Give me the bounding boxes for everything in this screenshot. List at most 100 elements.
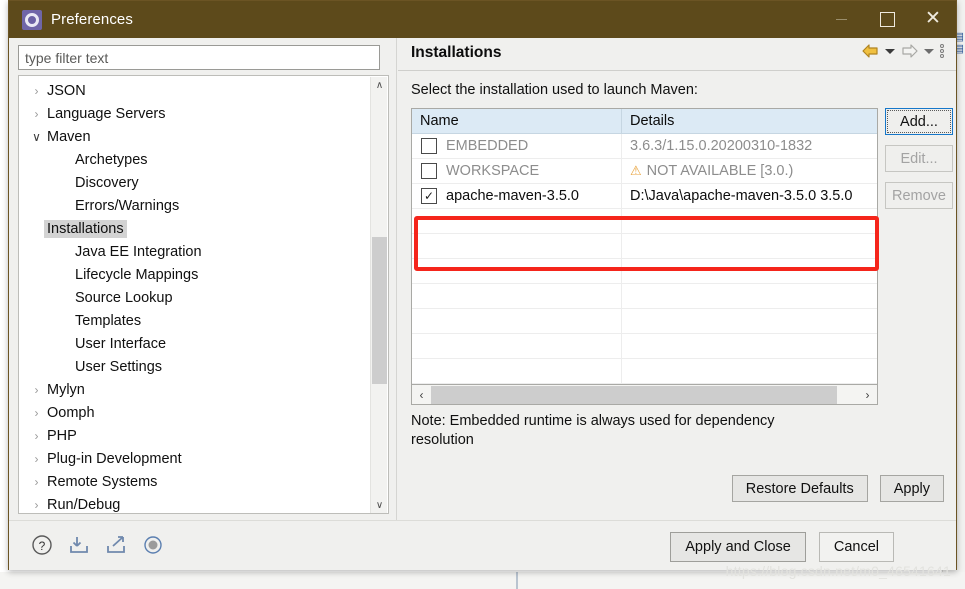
sidebar-item-oomph[interactable]: › Oomph (19, 401, 369, 424)
forward-history-chevron-down-icon[interactable] (924, 48, 934, 54)
apply-button[interactable]: Apply (879, 475, 944, 502)
sidebar-item-user-settings[interactable]: · User Settings (19, 355, 369, 378)
sidebar-item-run-debug[interactable]: › Run/Debug (19, 493, 369, 513)
preferences-tree[interactable]: ›JSON›Language Servers∨Maven·Archetypes·… (18, 75, 389, 514)
svg-text:?: ? (39, 539, 46, 553)
sidebar-item-label: Templates (75, 312, 142, 329)
sidebar-item-label: User Interface (75, 335, 167, 352)
tree-indent-spacer: · (30, 153, 43, 167)
tree-scroll-up-icon[interactable]: ∧ (371, 77, 388, 94)
export-icon[interactable] (105, 534, 127, 556)
sidebar-item-label: Source Lookup (75, 289, 173, 306)
table-cell-name: EMBEDDED (412, 134, 622, 158)
table-cell-name (412, 309, 622, 333)
close-button[interactable]: ✕ (910, 0, 956, 39)
chevron-right-icon[interactable]: › (30, 475, 43, 489)
add-button[interactable]: Add... (885, 108, 953, 135)
chevron-right-icon[interactable]: › (30, 84, 43, 98)
page-header: Installations (398, 38, 956, 70)
sidebar-item-discovery[interactable]: · Discovery (19, 171, 369, 194)
chevron-down-icon[interactable]: ∨ (30, 130, 43, 144)
sidebar-item-source-lookup[interactable]: · Source Lookup (19, 286, 369, 309)
sidebar-item-java-ee-integration[interactable]: · Java EE Integration (19, 240, 369, 263)
checkbox-checked-icon[interactable]: ✓ (421, 188, 437, 204)
page-header-toolbar (862, 44, 944, 58)
chevron-right-icon[interactable]: › (30, 406, 43, 420)
sidebar-item-label: PHP (47, 427, 77, 444)
installation-name: apache-maven-3.5.0 (446, 188, 579, 204)
sidebar-item-remote-systems[interactable]: › Remote Systems (19, 470, 369, 493)
column-header-details[interactable]: Details (622, 109, 877, 133)
preferences-gear-icon (22, 9, 42, 30)
record-icon[interactable] (142, 534, 164, 556)
sidebar-item-installations[interactable]: ·Installations (19, 217, 369, 240)
chevron-right-icon[interactable]: › (30, 107, 43, 121)
installation-details: D:\Java\apache-maven-3.5.0 3.5.0 (630, 188, 853, 204)
maximize-button[interactable] (864, 1, 910, 38)
chevron-right-icon[interactable]: › (30, 383, 43, 397)
import-icon[interactable] (68, 534, 90, 556)
table-horizontal-scrollbar[interactable]: ‹ › (411, 385, 878, 405)
tree-indent-spacer: · (30, 268, 43, 282)
filter-input[interactable]: type filter text (18, 45, 380, 70)
sidebar-item-templates[interactable]: · Templates (19, 309, 369, 332)
hscroll-right-icon[interactable]: › (858, 386, 877, 404)
tree-indent-spacer: · (30, 176, 43, 190)
sidebar-item-archetypes[interactable]: · Archetypes (19, 148, 369, 171)
checkbox-unchecked-icon[interactable] (421, 163, 437, 179)
add-button-label: Add... (900, 113, 938, 130)
sidebar-item-language-servers[interactable]: › Language Servers (19, 102, 369, 125)
sidebar-item-errors-warnings[interactable]: · Errors/Warnings (19, 194, 369, 217)
help-icon[interactable]: ? (31, 534, 53, 556)
sidebar-item-json[interactable]: › JSON (19, 79, 369, 102)
note-text: Note: Embedded runtime is always used fo… (411, 413, 775, 448)
minimize-button[interactable] (818, 1, 864, 38)
table-cell-name (412, 284, 622, 308)
back-history-chevron-down-icon[interactable] (885, 48, 895, 54)
sidebar-item-label: Run/Debug (47, 496, 121, 513)
preferences-dialog: Preferences ✕ type filter text › JSON › Lan… (8, 0, 957, 570)
back-arrow-icon[interactable] (862, 44, 879, 58)
tree-scrollbar[interactable]: ∧ ∨ (370, 77, 388, 513)
chevron-right-icon[interactable]: › (30, 498, 43, 512)
tree-indent-spacer: · (30, 337, 43, 351)
remove-button: Remove (885, 182, 953, 209)
tree-scroll-down-icon[interactable]: ∨ (371, 497, 388, 513)
table-cell-details (622, 359, 877, 383)
table-cell-details: 3.6.3/1.15.0.20200310-1832 (622, 134, 877, 158)
sidebar-item-maven[interactable]: ∨ Maven (19, 125, 369, 148)
tree-indent-spacer: · (30, 245, 43, 259)
table-cell-details (622, 259, 877, 283)
table-empty-row (412, 359, 877, 384)
sidebar-item-mylyn[interactable]: › Mylyn (19, 378, 369, 401)
tree-scroll-thumb[interactable] (372, 237, 387, 384)
sidebar-item-plug-in-development[interactable]: › Plug-in Development (19, 447, 369, 470)
column-header-name[interactable]: Name (412, 109, 622, 133)
installation-details: 3.6.3/1.15.0.20200310-1832 (630, 138, 813, 154)
sidebar-item-label: Java EE Integration (75, 243, 202, 260)
chevron-right-icon[interactable]: › (30, 429, 43, 443)
table-cell-name (412, 209, 622, 233)
table-empty-row (412, 309, 877, 334)
view-menu-icon[interactable] (940, 44, 944, 58)
chevron-right-icon[interactable]: › (30, 452, 43, 466)
restore-defaults-label: Restore Defaults (745, 480, 854, 497)
table-cell-name (412, 234, 622, 258)
sidebar-item-label: Archetypes (75, 151, 148, 168)
checkbox-unchecked-icon[interactable] (421, 138, 437, 154)
restore-defaults-button[interactable]: Restore Defaults (731, 475, 868, 502)
table-empty-row (412, 259, 877, 284)
table-row[interactable]: ✓ apache-maven-3.5.0 D:\Java\apache-maven-… (412, 184, 877, 209)
table-row[interactable]: WORKSPACE ⚠ NOT AVAILABLE [3.0.) (412, 159, 877, 184)
sidebar-item-php[interactable]: › PHP (19, 424, 369, 447)
sidebar-item-user-interface[interactable]: · User Interface (19, 332, 369, 355)
installations-table[interactable]: Name Details EMBEDDED 3.6.3/1.15.0.202003… (411, 108, 878, 385)
sidebar-item-lifecycle-mappings[interactable]: · Lifecycle Mappings (19, 263, 369, 286)
hscroll-track[interactable] (431, 385, 858, 404)
apply-and-close-button[interactable]: Apply and Close (670, 532, 806, 562)
hscroll-thumb[interactable] (431, 385, 837, 404)
hscroll-left-icon[interactable]: ‹ (412, 386, 431, 404)
table-cell-details: D:\Java\apache-maven-3.5.0 3.5.0 (622, 184, 877, 208)
cancel-button[interactable]: Cancel (818, 532, 894, 562)
table-row[interactable]: EMBEDDED 3.6.3/1.15.0.20200310-1832 (412, 134, 877, 159)
